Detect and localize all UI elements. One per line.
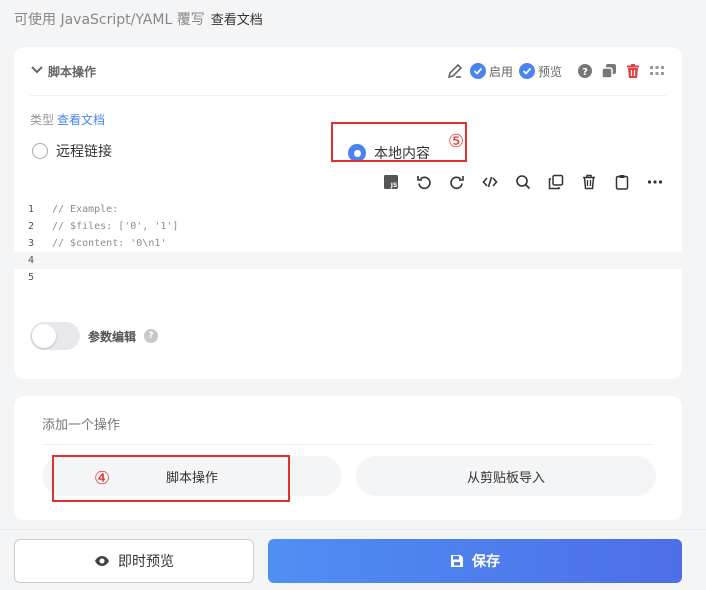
help-icon[interactable]: ?	[576, 62, 594, 80]
code-line-active: 4	[14, 252, 682, 269]
enable-checkbox[interactable]: 启用	[469, 63, 513, 80]
params-toggle[interactable]	[30, 322, 80, 350]
action-toolbar: 启用 预览 ?	[446, 62, 666, 80]
svg-text:?: ?	[582, 67, 588, 78]
live-preview-button[interactable]: 即时预览	[14, 539, 254, 583]
code-line: 1 // Example:	[14, 201, 682, 218]
script-action-card: 脚本操作 启用 预览 ? 类型 查看文档 远程链接 本地内容 JS 1 // E…	[14, 47, 682, 379]
enable-label: 启用	[488, 64, 513, 79]
search-icon[interactable]	[512, 171, 534, 193]
code-icon[interactable]	[479, 171, 501, 193]
chevron-down-icon[interactable]	[30, 63, 44, 77]
line-number: 5	[27, 272, 34, 283]
live-preview-label: 即时预览	[118, 554, 174, 570]
svg-text:JS: JS	[390, 182, 398, 189]
save-label: 保存	[472, 554, 500, 570]
trash-icon[interactable]	[578, 171, 600, 193]
copy-icon[interactable]	[545, 171, 567, 193]
more-icon[interactable]	[644, 171, 666, 193]
redo-icon[interactable]	[446, 171, 468, 193]
annotation-number-5: ⑤	[448, 131, 465, 152]
code-text: // $content: '0\n1'	[52, 238, 167, 249]
save-button[interactable]: 保存	[268, 539, 682, 583]
radio-remote[interactable]: 远程链接	[32, 141, 112, 161]
code-text: // Example:	[52, 204, 119, 215]
drag-handle-icon[interactable]	[648, 62, 666, 80]
preview-label: 预览	[537, 64, 562, 79]
annotation-box-5	[331, 122, 467, 162]
code-line: 5	[14, 269, 682, 286]
line-number: 4	[27, 255, 34, 266]
editor-toolbar: JS	[380, 171, 666, 193]
code-text: // $files: ['0', '1']	[52, 221, 179, 232]
type-doc-link[interactable]: 查看文档	[57, 113, 105, 127]
delete-icon[interactable]	[624, 62, 642, 80]
annotation-number-4: ④	[94, 468, 111, 489]
code-line: 3 // $content: '0\n1'	[14, 235, 682, 252]
line-number: 2	[27, 221, 34, 232]
params-label: 参数编辑	[88, 329, 137, 344]
add-divider	[42, 444, 654, 445]
override-note: 可使用 JavaScript/YAML 覆写 查看文档	[14, 9, 263, 29]
help-icon[interactable]: ?	[144, 329, 159, 343]
import-from-clipboard-button[interactable]: 从剪贴板导入	[356, 456, 656, 496]
line-number: 3	[27, 238, 34, 249]
edit-icon[interactable]	[446, 62, 464, 80]
action-title: 脚本操作	[48, 65, 97, 79]
override-note-text: 可使用 JavaScript/YAML 覆写	[14, 12, 205, 28]
save-icon	[451, 555, 463, 567]
params-row: 参数编辑 ?	[30, 322, 159, 350]
radio-remote-label: 远程链接	[56, 144, 112, 160]
add-action-title: 添加一个操作	[42, 418, 121, 433]
undo-icon[interactable]	[413, 171, 435, 193]
js-icon[interactable]: JS	[380, 171, 402, 193]
check-icon	[518, 63, 535, 79]
radio-button[interactable]	[32, 143, 48, 159]
preview-checkbox[interactable]: 预览	[518, 63, 562, 80]
eye-icon	[95, 556, 109, 566]
doc-link[interactable]: 查看文档	[211, 9, 263, 28]
duplicate-icon[interactable]	[600, 62, 618, 80]
code-editor[interactable]: 1 // Example: 2 // $files: ['0', '1'] 3 …	[14, 201, 682, 283]
clipboard-icon[interactable]	[611, 171, 633, 193]
type-row: 类型 查看文档	[30, 111, 105, 128]
code-line: 2 // $files: ['0', '1']	[14, 218, 682, 235]
line-number: 1	[27, 204, 34, 215]
check-icon	[469, 63, 486, 79]
type-label: 类型	[30, 113, 55, 127]
annotation-box-4	[52, 455, 290, 502]
header-divider	[30, 95, 666, 96]
